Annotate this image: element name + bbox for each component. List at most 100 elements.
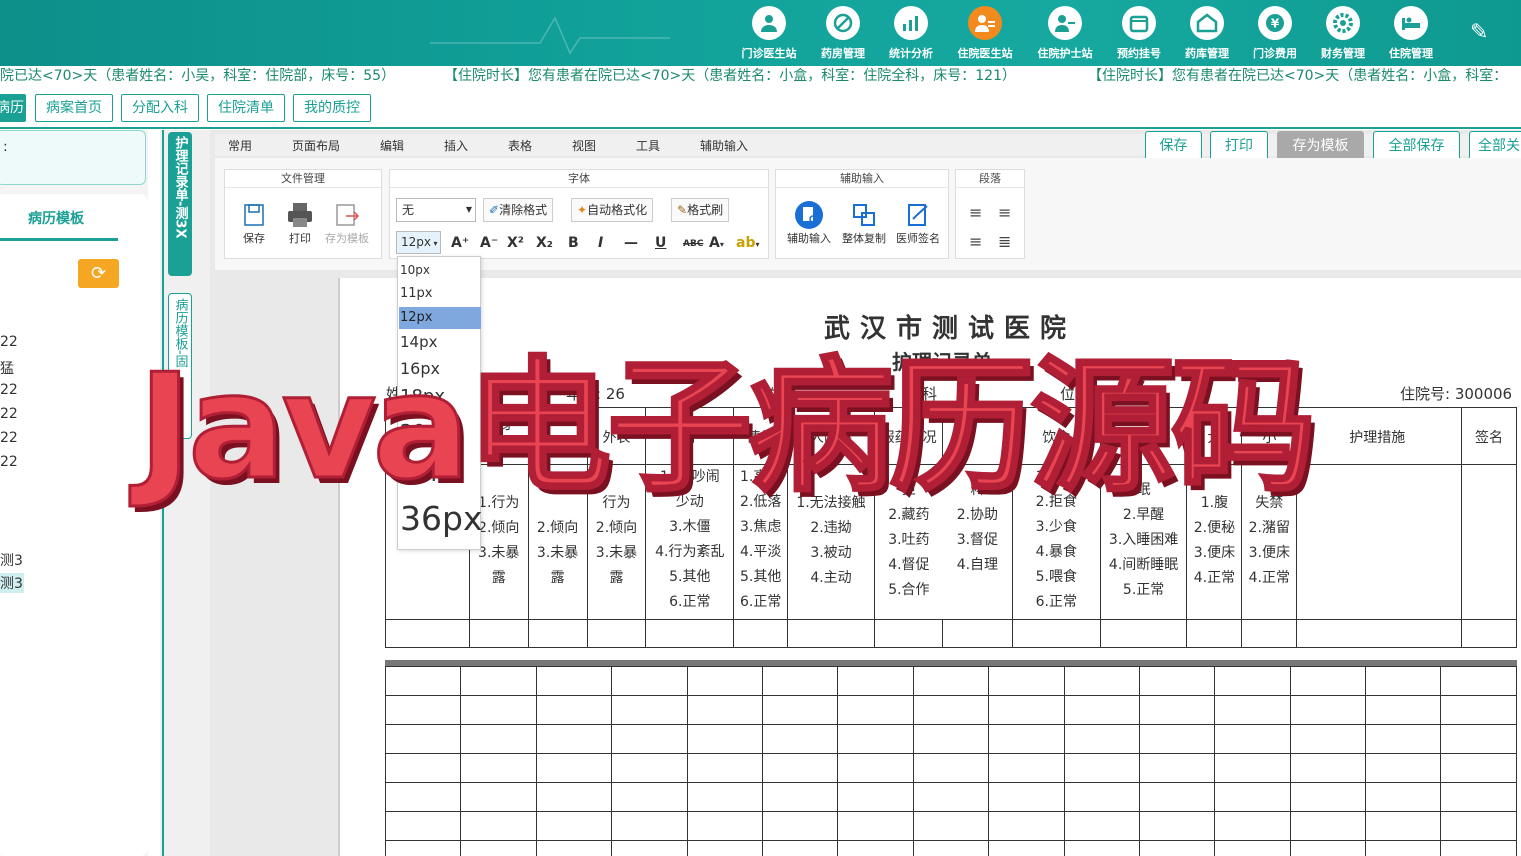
table-cell[interactable] <box>733 619 789 648</box>
grid-cell[interactable] <box>535 840 613 856</box>
grid-cell[interactable] <box>988 666 1065 696</box>
template-panel-title[interactable]: 病历模板 <box>28 208 84 228</box>
grid-cell[interactable] <box>1214 782 1291 812</box>
grid-cell[interactable] <box>686 782 763 812</box>
vtab-nursing-record[interactable]: 护理记录单-测3X <box>168 132 192 276</box>
grid-cell[interactable] <box>1365 666 1442 696</box>
grid-cell[interactable] <box>761 753 839 783</box>
save-template-button[interactable]: 存为模板 <box>1277 131 1364 161</box>
ribbon-print-button[interactable]: 打印 <box>277 200 323 246</box>
doctor-sign-button[interactable]: 医师签名 <box>892 200 944 246</box>
grid-cell[interactable] <box>1365 724 1442 754</box>
grid-cell[interactable] <box>988 695 1065 725</box>
ribbon-tab-common[interactable]: 常用 <box>228 137 252 154</box>
template-list-item[interactable]: 22 <box>0 406 18 422</box>
grid-cell[interactable] <box>1214 724 1291 754</box>
copy-all-button[interactable]: 整体复制 <box>838 200 890 246</box>
grid-cell[interactable] <box>611 840 688 856</box>
grid-cell[interactable] <box>912 782 990 812</box>
table-cell[interactable] <box>586 619 647 648</box>
grid-cell[interactable] <box>1289 811 1367 841</box>
grid-cell[interactable] <box>912 724 990 754</box>
nav-appointment[interactable]: 预约挂号 <box>1104 6 1174 66</box>
grid-cell[interactable] <box>611 666 688 696</box>
print-button[interactable]: 打印 <box>1210 131 1268 161</box>
align-justify-icon[interactable]: ≣ <box>998 232 1011 251</box>
grid-cell[interactable] <box>1289 724 1367 754</box>
grid-cell[interactable] <box>611 724 688 754</box>
grid-cell[interactable] <box>1440 666 1517 696</box>
grid-cell[interactable] <box>1289 840 1367 856</box>
nav-drug-warehouse[interactable]: 药库管理 <box>1172 6 1242 66</box>
tab-medical-record[interactable]: 病历 <box>0 94 26 122</box>
grid-cell[interactable] <box>761 811 839 841</box>
grid-cell[interactable] <box>535 724 613 754</box>
grid-cell[interactable] <box>686 811 763 841</box>
underline-icon[interactable]: U <box>655 235 666 251</box>
table-cell[interactable] <box>385 619 470 648</box>
grid-cell[interactable] <box>1063 811 1140 841</box>
grid-cell[interactable] <box>535 753 613 783</box>
auto-format-button[interactable]: ✦自动格式化 <box>571 198 654 222</box>
nav-statistics[interactable]: 统计分析 <box>876 6 946 66</box>
grid-cell[interactable] <box>1063 782 1140 812</box>
grid-cell[interactable] <box>611 695 688 725</box>
grid-cell[interactable] <box>837 840 914 856</box>
grid-cell[interactable] <box>1138 840 1216 856</box>
ribbon-tab-assist[interactable]: 辅助输入 <box>700 137 748 154</box>
grid-cell[interactable] <box>1440 782 1517 812</box>
grid-cell[interactable] <box>1063 695 1140 725</box>
grid-cell[interactable] <box>837 811 914 841</box>
grid-cell[interactable] <box>535 666 613 696</box>
grid-cell[interactable] <box>761 782 839 812</box>
align-center-icon[interactable]: ≡ <box>998 203 1011 222</box>
close-all-button[interactable]: 全部关 <box>1469 131 1521 161</box>
table-cell[interactable] <box>1241 619 1298 648</box>
nav-outpatient-doctor[interactable]: 门诊医生站 <box>734 6 804 66</box>
grid-cell[interactable] <box>384 840 462 856</box>
grid-cell[interactable] <box>837 695 914 725</box>
grid-cell[interactable] <box>1289 695 1367 725</box>
grid-cell[interactable] <box>460 811 537 841</box>
grid-cell[interactable] <box>761 666 839 696</box>
strikethrough-icon[interactable]: — <box>624 235 638 251</box>
highlight-icon[interactable]: ab▾ <box>736 235 759 251</box>
ribbon-save-template-button[interactable]: 存为模板 <box>324 200 370 246</box>
assist-input-button[interactable]: 辅助输入 <box>783 200 835 246</box>
grid-cell[interactable] <box>1214 753 1291 783</box>
grid-cell[interactable] <box>686 666 763 696</box>
grid-cell[interactable] <box>460 840 537 856</box>
grid-cell[interactable] <box>384 782 462 812</box>
table-cell[interactable] <box>1296 464 1462 620</box>
grid-cell[interactable] <box>686 724 763 754</box>
grid-cell[interactable] <box>1440 753 1517 783</box>
grid-cell[interactable] <box>611 753 688 783</box>
grid-cell[interactable] <box>1138 724 1216 754</box>
save-button[interactable]: 保存 <box>1145 131 1202 161</box>
font-size-select[interactable]: 12px ▾ <box>396 231 441 254</box>
grid-cell[interactable] <box>535 782 613 812</box>
grid-cell[interactable] <box>384 666 462 696</box>
grid-cell[interactable] <box>1214 811 1291 841</box>
nav-inpatient-nurse[interactable]: 住院护士站 <box>1030 6 1100 66</box>
grid-cell[interactable] <box>1138 811 1216 841</box>
grid-cell[interactable] <box>1063 753 1140 783</box>
grid-cell[interactable] <box>837 666 914 696</box>
grid-cell[interactable] <box>1365 695 1442 725</box>
grid-cell[interactable] <box>1138 695 1216 725</box>
grid-cell[interactable] <box>460 695 537 725</box>
table-cell[interactable] <box>527 619 588 648</box>
grid-cell[interactable] <box>460 782 537 812</box>
grid-cell[interactable] <box>912 753 990 783</box>
refresh-button[interactable]: ⟳ <box>78 259 119 288</box>
nav-finance[interactable]: 财务管理 <box>1308 6 1378 66</box>
template-list-item[interactable]: 22 <box>0 430 18 446</box>
grid-cell[interactable] <box>912 666 990 696</box>
grid-cell[interactable] <box>1365 782 1442 812</box>
grid-cell[interactable] <box>1440 811 1517 841</box>
grid-cell[interactable] <box>686 695 763 725</box>
grid-cell[interactable] <box>1063 724 1140 754</box>
template-list-item[interactable]: 22 <box>0 454 18 470</box>
font-color-icon[interactable]: A▾ <box>709 235 724 251</box>
grid-cell[interactable] <box>1063 666 1140 696</box>
